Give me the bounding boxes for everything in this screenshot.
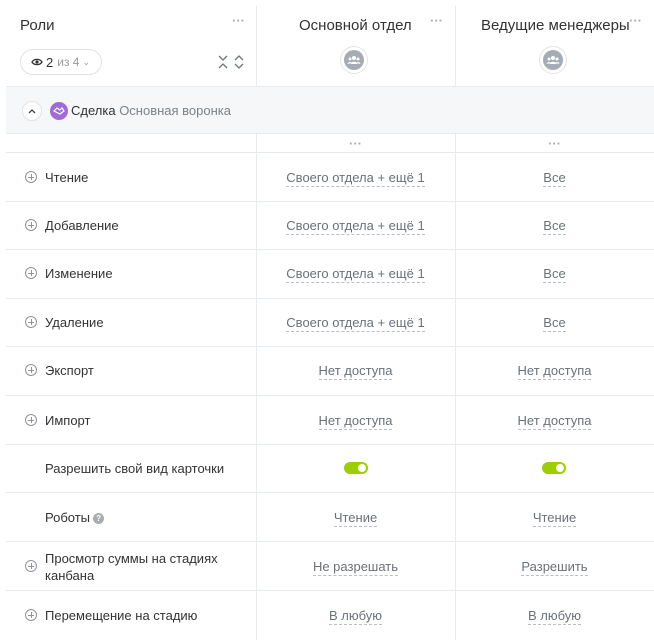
toggle-switch[interactable] (344, 462, 368, 474)
chevron-down-icon: ⌄ (82, 56, 90, 67)
more-dots-icon[interactable]: ··· (430, 14, 443, 27)
expand-icon[interactable] (234, 55, 244, 69)
permission-value[interactable]: Своего отдела + ещё 1 (256, 315, 455, 332)
permission-value[interactable]: Все (455, 170, 654, 187)
row-label: Перемещение на стадию (45, 608, 198, 623)
row-label: Удаление (45, 315, 104, 330)
roles-title: Роли (20, 17, 55, 34)
add-icon[interactable] (25, 364, 37, 376)
more-dots-icon[interactable]: ··· (232, 14, 245, 27)
row-label-line: Просмотр суммы на стадиях (45, 551, 218, 566)
permission-value[interactable]: Чтение (455, 510, 654, 527)
column-header-lead-managers: Ведущие менеджеры ··· (456, 6, 654, 86)
toggle-switch[interactable] (542, 462, 566, 474)
permission-value[interactable]: Нет доступа (256, 363, 455, 380)
permission-value[interactable]: Нет доступа (455, 363, 654, 380)
add-icon[interactable] (25, 219, 37, 231)
add-icon[interactable] (25, 609, 37, 621)
row-label: Чтение (45, 170, 89, 185)
permission-value[interactable]: В любую (256, 608, 455, 625)
row-label-text: Роботы (45, 510, 91, 525)
chevron-up-icon[interactable] (22, 101, 42, 121)
permission-value[interactable]: Нет доступа (455, 413, 654, 430)
permission-value[interactable]: В любую (455, 608, 654, 625)
permission-value[interactable]: Чтение (256, 510, 455, 527)
add-icon[interactable] (25, 267, 37, 279)
section-subtitle: Основная воронка (119, 103, 232, 118)
permission-value[interactable]: Все (455, 218, 654, 235)
group-avatar (340, 46, 368, 74)
permission-value[interactable]: Своего отдела + ещё 1 (256, 266, 455, 283)
row-label: Импорт (45, 413, 91, 428)
more-dots-icon[interactable]: ··· (349, 137, 362, 150)
add-icon[interactable] (25, 414, 37, 426)
row-label: Просмотр суммы на стадиях канбана (45, 550, 218, 584)
group-icon (543, 50, 563, 70)
role-view-of: из 4 (57, 55, 80, 69)
column-header-main-dept: Основной отдел ··· (257, 6, 455, 86)
row-label: Изменение (45, 266, 113, 281)
collapse-icon[interactable] (218, 55, 228, 69)
more-dots-icon[interactable]: ··· (548, 137, 561, 150)
eye-icon (31, 58, 43, 66)
permissions-grid: Роли ··· 2 из 4 ⌄ Основной отдел ··· Вед… (0, 0, 654, 640)
add-icon[interactable] (25, 316, 37, 328)
permission-value[interactable]: Своего отдела + ещё 1 (256, 170, 455, 187)
column-title: Основной отдел (299, 17, 412, 34)
row-label: Роботы? (45, 510, 105, 525)
permission-value[interactable]: Все (455, 315, 654, 332)
role-view-selector[interactable]: 2 из 4 ⌄ (20, 49, 102, 75)
add-icon[interactable] (25, 171, 37, 183)
permission-value[interactable]: Разрешить (455, 559, 654, 576)
permission-value[interactable]: Не разрешать (256, 559, 455, 576)
section-deal: Сделка Основная воронка (6, 86, 654, 134)
permission-value[interactable]: Нет доступа (256, 413, 455, 430)
group-avatar (539, 46, 567, 74)
more-dots-icon[interactable]: ··· (629, 14, 642, 27)
permission-value[interactable]: Своего отдела + ещё 1 (256, 218, 455, 235)
row-label: Добавление (45, 218, 119, 233)
row-label: Экспорт (45, 363, 94, 378)
section-title: Сделка Основная воронка (71, 103, 231, 118)
role-view-count: 2 (46, 54, 54, 70)
group-icon (344, 50, 364, 70)
permission-value[interactable]: Все (455, 266, 654, 283)
help-icon[interactable]: ? (93, 513, 105, 524)
handshake-icon (50, 102, 68, 120)
row-label: Разрешить свой вид карточки (45, 461, 225, 476)
section-name: Сделка (71, 103, 116, 118)
add-icon[interactable] (25, 560, 37, 572)
row-label-line: канбана (45, 568, 95, 583)
column-title: Ведущие менеджеры (481, 17, 630, 34)
